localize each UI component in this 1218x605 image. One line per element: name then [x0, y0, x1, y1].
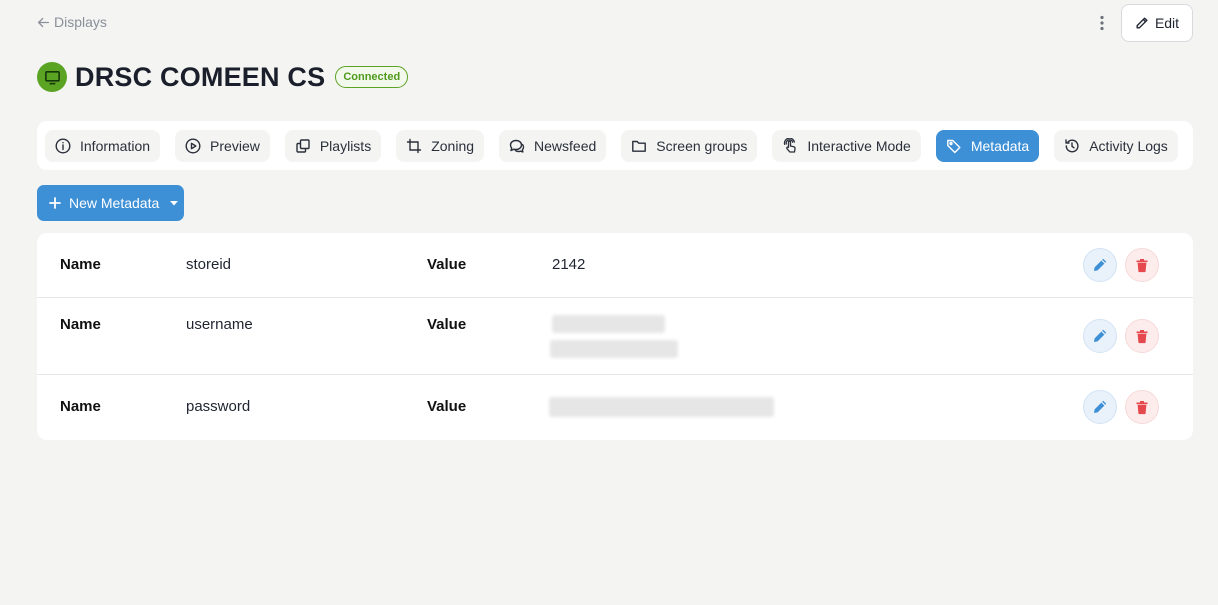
- name-label: Name: [60, 316, 101, 333]
- kebab-menu-icon: [1100, 15, 1104, 31]
- redacted-value: [549, 397, 774, 417]
- pencil-icon: [1094, 258, 1107, 271]
- value-label: Value: [427, 316, 467, 333]
- history-icon: [1065, 138, 1079, 152]
- metadata-name: password: [186, 398, 251, 415]
- back-to-displays-link[interactable]: Displays: [37, 14, 107, 30]
- edit-button[interactable]: Edit: [1121, 4, 1193, 42]
- tab-label: Activity Logs: [1089, 137, 1168, 154]
- tab-label: Screen groups: [656, 137, 748, 154]
- tab-label: Interactive Mode: [807, 137, 911, 154]
- monitor-icon: [44, 70, 60, 84]
- touch-icon: [784, 137, 797, 153]
- edit-button-label: Edit: [1154, 15, 1180, 31]
- value-label: Value: [427, 398, 467, 415]
- chat-icon: [509, 139, 525, 153]
- tab-screen-groups[interactable]: Screen groups: [621, 129, 758, 162]
- trash-icon: [1136, 401, 1148, 415]
- value-label: Value: [427, 256, 467, 273]
- info-icon: [55, 137, 71, 154]
- trash-icon: [1136, 330, 1148, 344]
- metadata-row: Name password Value: [37, 375, 1193, 440]
- tab-playlists[interactable]: Playlists: [284, 129, 382, 162]
- tab-label: Zoning: [431, 137, 475, 154]
- name-label: Name: [60, 398, 101, 415]
- pencil-icon: [1136, 17, 1148, 29]
- metadata-table: Name storeid Value 2142 Name username Va…: [37, 233, 1193, 440]
- play-icon: [185, 137, 201, 154]
- page-title: DRSC COMEEN CS: [75, 61, 326, 92]
- new-metadata-label: New Metadata: [69, 195, 160, 211]
- metadata-value: 2142: [552, 256, 586, 273]
- tab-metadata[interactable]: Metadata: [935, 129, 1040, 162]
- redacted-value: [550, 340, 678, 358]
- metadata-row: Name storeid Value 2142: [37, 233, 1193, 298]
- back-link-label: Displays: [54, 14, 107, 30]
- tab-activity-logs[interactable]: Activity Logs: [1054, 129, 1178, 162]
- pencil-icon: [1094, 329, 1107, 342]
- tab-interactive-mode[interactable]: Interactive Mode: [772, 129, 921, 162]
- page-header: DRSC COMEEN CS Connected: [37, 60, 409, 94]
- metadata-name: storeid: [186, 256, 232, 273]
- tab-label: Newsfeed: [534, 137, 597, 154]
- trash-icon: [1136, 259, 1148, 273]
- tab-label: Information: [80, 137, 151, 154]
- delete-metadata-button[interactable]: [1125, 248, 1159, 282]
- name-label: Name: [60, 256, 101, 273]
- delete-metadata-button[interactable]: [1125, 390, 1159, 424]
- edit-metadata-button[interactable]: [1083, 390, 1117, 424]
- plus-icon: [49, 197, 61, 209]
- display-status-icon: [37, 62, 67, 92]
- tag-icon: [946, 139, 961, 153]
- metadata-row: Name username Value: [37, 298, 1193, 375]
- arrow-left-icon: [37, 17, 50, 27]
- tab-label: Metadata: [970, 137, 1030, 154]
- folder-icon: [632, 140, 647, 152]
- edit-metadata-button[interactable]: [1083, 248, 1117, 282]
- edit-metadata-button[interactable]: [1083, 319, 1117, 353]
- status-badge: Connected: [335, 66, 409, 88]
- redacted-value: [552, 315, 665, 333]
- pencil-icon: [1094, 400, 1107, 413]
- tab-zoning[interactable]: Zoning: [396, 129, 485, 162]
- new-metadata-button[interactable]: New Metadata: [37, 185, 184, 221]
- more-options-button[interactable]: [1092, 12, 1112, 34]
- copy-icon: [296, 138, 310, 153]
- caret-down-icon[interactable]: [169, 198, 179, 208]
- tab-label: Playlists: [319, 137, 372, 154]
- crop-icon: [407, 138, 422, 153]
- delete-metadata-button[interactable]: [1125, 319, 1159, 353]
- display-tabs: Information Preview Playlists Zoning New…: [37, 121, 1193, 170]
- tab-information[interactable]: Information: [45, 129, 161, 162]
- tab-preview[interactable]: Preview: [175, 129, 270, 162]
- tab-label: Preview: [210, 137, 260, 154]
- metadata-name: username: [186, 316, 253, 333]
- tab-newsfeed[interactable]: Newsfeed: [499, 129, 607, 162]
